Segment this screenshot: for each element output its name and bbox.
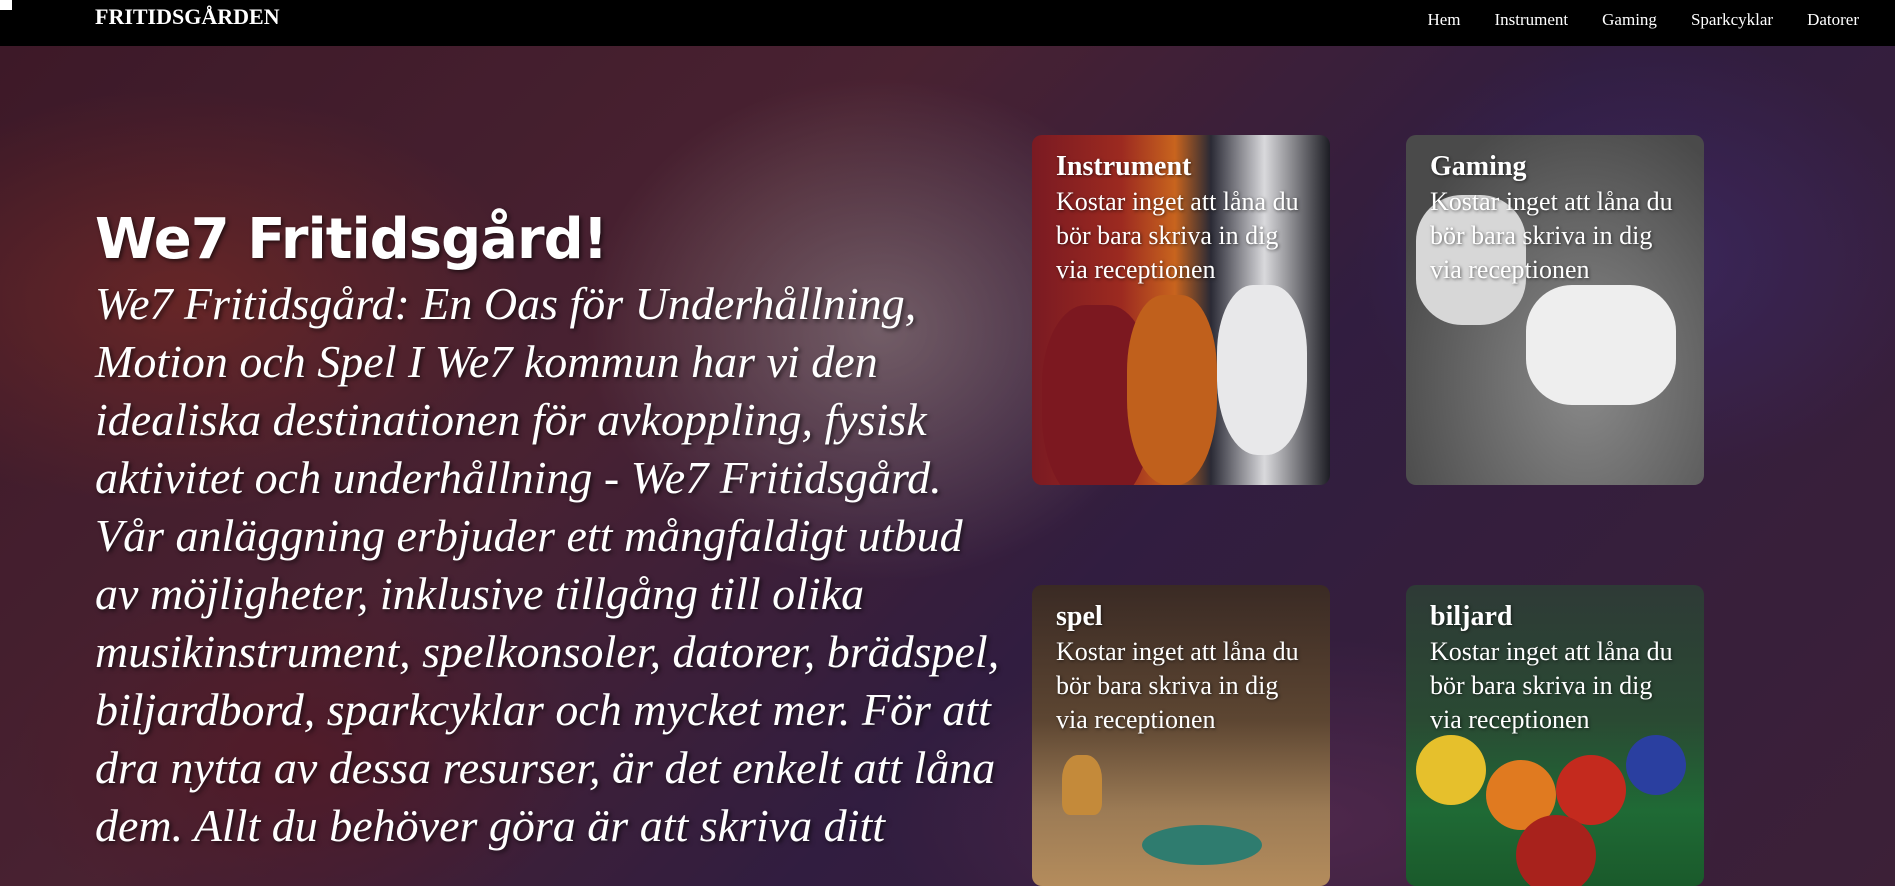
- hero-description: We7 Fritidsgård: En Oas för Underhållnin…: [95, 278, 1000, 851]
- hero-section: We7 Fritidsgård! We7 Fritidsgård: En Oas…: [95, 205, 1005, 855]
- card-title: Instrument: [1056, 151, 1192, 182]
- nav-link-sparkcyklar[interactable]: Sparkcyklar: [1691, 10, 1773, 30]
- card-title: spel: [1056, 601, 1103, 632]
- hero-title: We7 Fritidsgård!: [95, 207, 608, 272]
- nav-link-datorer[interactable]: Datorer: [1807, 10, 1859, 30]
- card-instrument[interactable]: Instrument Kostar inget att låna du bör …: [1032, 135, 1330, 485]
- card-text: Kostar inget att låna du bör bara skriva…: [1430, 187, 1673, 284]
- nav-link-instrument[interactable]: Instrument: [1495, 10, 1569, 30]
- card-gaming[interactable]: Gaming Kostar inget att låna du bör bara…: [1406, 135, 1704, 485]
- card-biljard[interactable]: biljard Kostar inget att låna du bör bar…: [1406, 585, 1704, 886]
- nav-link-gaming[interactable]: Gaming: [1602, 10, 1657, 30]
- card-text: Kostar inget att låna du bör bara skriva…: [1056, 187, 1299, 284]
- card-title: Gaming: [1430, 151, 1527, 182]
- card-spel[interactable]: spel Kostar inget att låna du bör bara s…: [1032, 585, 1330, 886]
- nav-link-hem[interactable]: Hem: [1427, 10, 1460, 30]
- brand-logo[interactable]: FRITIDSGÅRDEN: [95, 4, 280, 30]
- corner-marker: [0, 0, 12, 10]
- card-text: Kostar inget att låna du bör bara skriva…: [1430, 637, 1673, 734]
- card-text: Kostar inget att låna du bör bara skriva…: [1056, 637, 1299, 734]
- card-title: biljard: [1430, 601, 1513, 632]
- top-navbar: FRITIDSGÅRDEN Hem Instrument Gaming Spar…: [0, 0, 1895, 46]
- nav-links: Hem Instrument Gaming Sparkcyklar Datore…: [1393, 10, 1859, 30]
